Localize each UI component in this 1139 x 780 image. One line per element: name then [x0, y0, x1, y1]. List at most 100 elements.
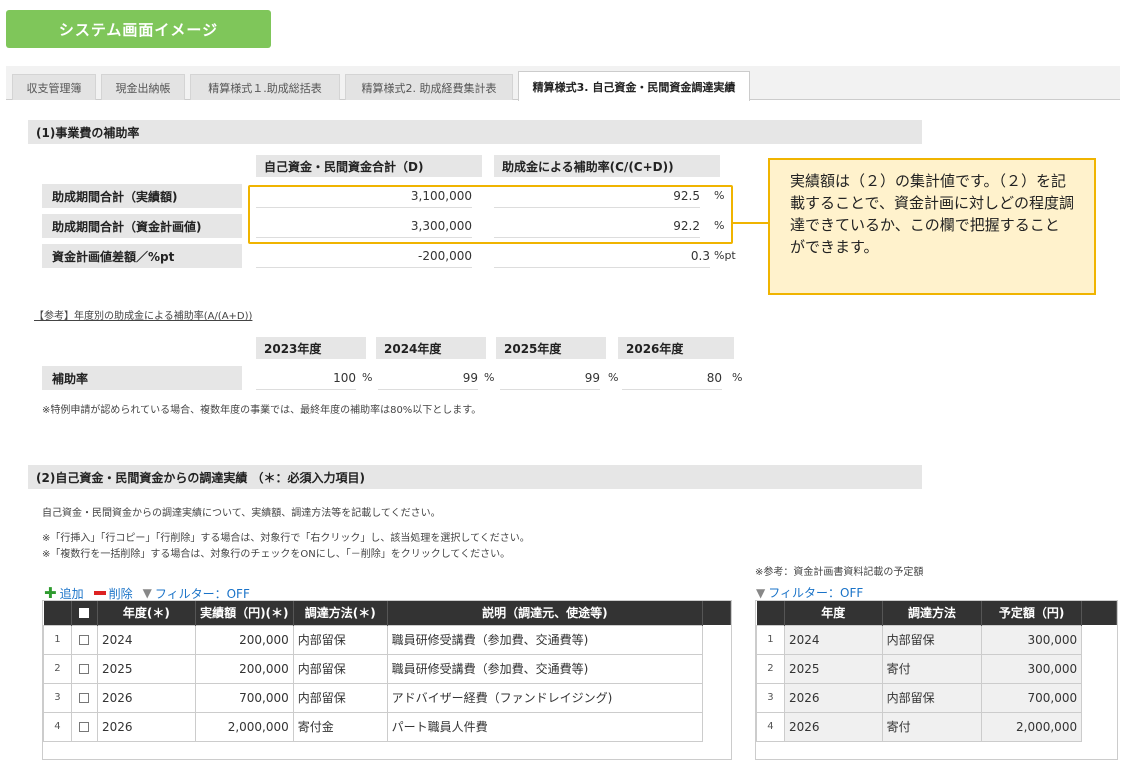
bulk-delete-note: ※「複数行を一括削除」する場合は、対象行のチェックをONにし、「－削除」をクリッ…	[42, 549, 511, 560]
cell-plan-method: 内部留保	[881, 624, 983, 655]
table-row[interactable]: 2 2025 200,000 内部留保 職員研修受講費（参加費、交通費等)	[43, 653, 731, 684]
row-checkbox[interactable]	[70, 624, 98, 655]
cell-method[interactable]: 内部留保	[292, 624, 388, 655]
highlight-box	[248, 185, 733, 244]
row-actual-label: 助成期間合計（実績額)	[42, 184, 242, 208]
plan-grid: 年度 調達方法 予定額（円) 1 2024 内部留保 300,000 2 202…	[755, 600, 1118, 760]
cell-amount[interactable]: 200,000	[194, 653, 294, 684]
row-checkbox[interactable]	[70, 711, 98, 742]
row-spacer	[1081, 654, 1117, 683]
section2-description: 自己資金・民間資金からの調達実績について、実績額、調達方法等を記載してください。	[42, 508, 441, 519]
table-row[interactable]: 1 2024 200,000 内部留保 職員研修受講費（参加費、交通費等)	[43, 624, 731, 655]
diff-total-d: -200,000	[256, 244, 472, 268]
table-row: 1 2024 内部留保 300,000	[756, 624, 1117, 655]
cell-method[interactable]: 内部留保	[292, 682, 388, 713]
cell-plan-amount: 300,000	[981, 653, 1083, 684]
tab-self-funding[interactable]: 精算様式3. 自己資金・民間資金調達実績	[518, 71, 750, 101]
section1-title: (1)事業費の補助率	[28, 120, 922, 144]
row-number: 4	[756, 711, 785, 742]
row-plan-label: 助成期間合計（資金計画値)	[42, 214, 242, 238]
row-spacer	[703, 654, 731, 683]
callout-connector	[733, 222, 769, 224]
unit-percent: %	[732, 371, 743, 384]
cell-description[interactable]: アドバイザー経費（ファンドレイジング)	[386, 682, 704, 713]
tab-expense[interactable]: 精算様式2. 助成経費集計表	[345, 74, 513, 100]
cell-amount[interactable]: 200,000	[194, 624, 294, 655]
row-checkbox[interactable]	[70, 653, 98, 684]
tab-ledger[interactable]: 収支管理簿	[12, 74, 96, 100]
row-checkbox[interactable]	[70, 682, 98, 713]
delete-label: 削除	[108, 586, 133, 601]
cell-plan-method: 寄付	[881, 711, 983, 742]
row-diff-label: 資金計画値差額／%pt	[42, 244, 242, 268]
unit-percent-pt: %pt	[714, 249, 736, 262]
cell-plan-amount: 2,000,000	[981, 711, 1083, 742]
cell-year[interactable]: 2024	[96, 624, 196, 655]
table-row[interactable]: 4 2026 2,000,000 寄付金 パート職員人件費	[43, 711, 731, 742]
subsidy-rate-label: 補助率	[42, 366, 242, 390]
col-subsidy-rate: 助成金による補助率(C/(C+D))	[494, 155, 720, 177]
table-row[interactable]: 3 2026 700,000 内部留保 アドバイザー経費（ファンドレイジング)	[43, 682, 731, 713]
row-spacer	[1081, 712, 1117, 741]
cell-plan-method: 内部留保	[881, 682, 983, 713]
rate-2025: 99	[500, 366, 600, 390]
col-amount[interactable]: 実績額（円)(＊)	[195, 601, 294, 625]
filter-icon: ▼	[756, 585, 766, 600]
minus-icon	[93, 591, 106, 595]
delete-button[interactable]: 削除	[93, 585, 133, 602]
cell-amount[interactable]: 2,000,000	[194, 711, 294, 742]
cell-plan-amount: 700,000	[981, 682, 1083, 713]
col-plan-year[interactable]: 年度	[784, 601, 883, 625]
cell-plan-method: 寄付	[881, 653, 983, 684]
row-number: 4	[43, 711, 72, 742]
diff-rate: 0.3	[494, 244, 710, 268]
row-spacer	[703, 625, 731, 654]
cell-amount[interactable]: 700,000	[194, 682, 294, 713]
year-header-2025: 2025年度	[496, 337, 606, 359]
cell-year[interactable]: 2026	[96, 682, 196, 713]
row-operation-note: ※「行挿入」「行コピー」「行削除」する場合は、対象行で「右クリック」し、該当処理…	[42, 533, 530, 544]
rate-2024: 99	[378, 366, 478, 390]
row-spacer	[703, 683, 731, 712]
header-spacer	[1081, 601, 1117, 625]
col-description[interactable]: 説明（調達元、使途等)	[387, 601, 704, 625]
row-number: 3	[756, 682, 785, 713]
cell-method[interactable]: 内部留保	[292, 653, 388, 684]
header-spacer	[702, 601, 731, 625]
cell-description[interactable]: パート職員人件費	[386, 711, 704, 742]
page-badge: システム画面イメージ	[6, 10, 271, 48]
col-plan-method[interactable]: 調達方法	[882, 601, 983, 625]
row-number: 2	[756, 653, 785, 684]
cell-year[interactable]: 2025	[96, 653, 196, 684]
select-all-checkbox[interactable]	[71, 601, 98, 625]
cell-year[interactable]: 2026	[96, 711, 196, 742]
col-method[interactable]: 調達方法(＊)	[293, 601, 388, 625]
row-spacer	[1081, 683, 1117, 712]
col-self-total: 自己資金・民間資金合計（D)	[256, 155, 482, 177]
col-plan-amount[interactable]: 予定額（円)	[981, 601, 1083, 625]
tab-summary[interactable]: 精算様式１.助成総括表	[190, 74, 340, 100]
row-num-header	[756, 601, 785, 625]
filter-toggle[interactable]: ▼ フィルター：OFF	[143, 585, 250, 602]
filter-label: フィルター：OFF	[154, 586, 250, 601]
tab-cashbook[interactable]: 現金出納帳	[101, 74, 185, 100]
plan-filter-toggle[interactable]: ▼ フィルター：OFF	[756, 584, 863, 601]
funding-grid: 年度(＊) 実績額（円)(＊) 調達方法(＊) 説明（調達元、使途等) 1 20…	[42, 600, 732, 760]
year-header-2026: 2026年度	[618, 337, 734, 359]
cell-method[interactable]: 寄付金	[292, 711, 388, 742]
row-spacer	[703, 712, 731, 741]
special-case-note: ※特例申請が認められている場合、複数年度の事業では、最終年度の補助率は80%以下…	[42, 405, 482, 416]
row-number: 1	[43, 624, 72, 655]
section2-title: (2)自己資金・民間資金からの調達実績 （＊：必須入力項目)	[28, 465, 922, 489]
cell-description[interactable]: 職員研修受講費（参加費、交通費等)	[386, 624, 704, 655]
reference-title: 【参考】年度別の助成金による補助率(A/(A+D))	[34, 311, 253, 322]
year-header-2023: 2023年度	[256, 337, 366, 359]
cell-description[interactable]: 職員研修受講費（参加費、交通費等)	[386, 653, 704, 684]
cell-plan-amount: 300,000	[981, 624, 1083, 655]
tab-bar: 収支管理簿 現金出納帳 精算様式１.助成総括表 精算様式2. 助成経費集計表 精…	[6, 66, 1120, 101]
plan-note: ※参考：資金計画書資料記載の予定額	[755, 567, 924, 578]
row-number: 2	[43, 653, 72, 684]
col-year[interactable]: 年度(＊)	[97, 601, 196, 625]
plan-filter-label: フィルター：OFF	[768, 586, 864, 600]
table-row: 4 2026 寄付 2,000,000	[756, 711, 1117, 742]
